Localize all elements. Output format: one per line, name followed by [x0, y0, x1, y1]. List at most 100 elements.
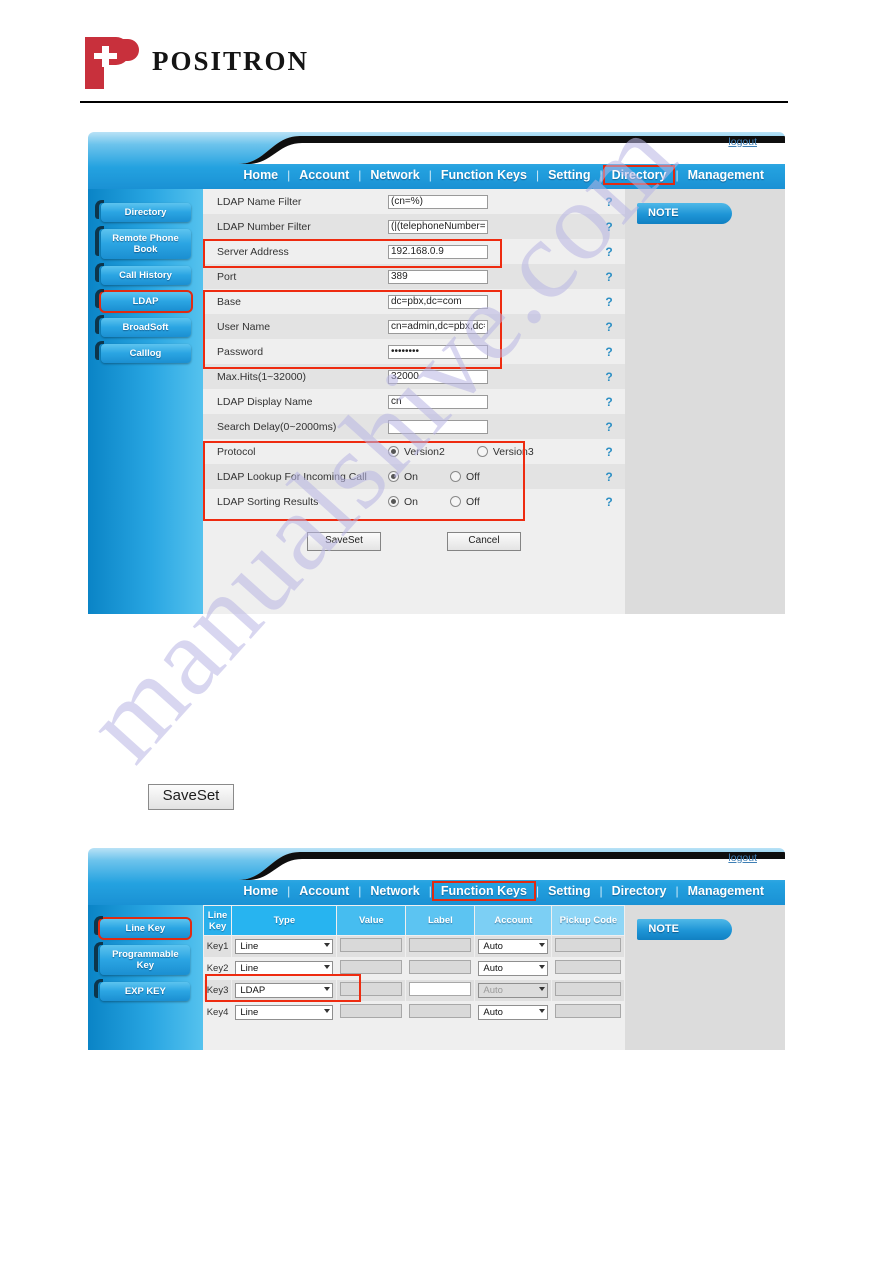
help-icon[interactable]: ? [593, 295, 625, 309]
sidebar-item-directory[interactable]: Directory [94, 200, 191, 222]
nav-item-function-keys[interactable]: Function Keys [432, 166, 536, 184]
sidebar-item-programmable-key[interactable]: Programmable Key [94, 942, 191, 975]
help-icon[interactable]: ? [593, 370, 625, 384]
help-icon[interactable]: ? [593, 345, 625, 359]
radio-on[interactable]: On [388, 471, 418, 483]
column-header-pickup-code: Pickup Code [551, 905, 626, 936]
chevron-down-icon [324, 965, 331, 969]
panel1-content: LDAP Name Filter?LDAP Number Filter?Serv… [203, 189, 625, 614]
table-row: Key4 Line Auto [202, 1001, 626, 1024]
help-icon[interactable]: ? [593, 445, 625, 459]
radio-dot-icon [450, 471, 462, 482]
cancel-button[interactable]: Cancel [447, 532, 521, 551]
nav-item-function-keys[interactable]: Function Keys [431, 881, 536, 901]
nav-item-network[interactable]: Network [361, 882, 428, 900]
help-icon[interactable]: ? [593, 495, 625, 509]
input-base[interactable] [388, 294, 488, 309]
saveset-button[interactable]: SaveSet [307, 532, 381, 551]
help-icon[interactable]: ? [593, 220, 625, 234]
nav-item-directory[interactable]: Directory [603, 882, 676, 900]
help-icon[interactable]: ? [593, 320, 625, 334]
input-server-address[interactable] [388, 244, 488, 259]
nav-item-home[interactable]: Home [234, 882, 287, 900]
value-input[interactable] [340, 960, 403, 974]
input-ldap-number-filter[interactable] [388, 219, 488, 234]
nav-item-management[interactable]: Management [679, 166, 773, 184]
label-input[interactable] [409, 1004, 472, 1018]
nav-item-account[interactable]: Account [290, 166, 358, 184]
ldap-form-buttons: SaveSet Cancel [203, 514, 625, 551]
help-icon[interactable]: ? [593, 470, 625, 484]
line-key-table-body: Key1 Line Auto Key2 Line Auto Key3 LDAP Auto Key4… [202, 935, 626, 1024]
radio-version2[interactable]: Version2 [388, 446, 445, 458]
sidebar-item-broadsoft[interactable]: BroadSoft [94, 315, 191, 337]
help-icon[interactable]: ? [593, 195, 625, 209]
sidebar-item-ldap[interactable]: LDAP [94, 289, 193, 313]
form-row: Port? [203, 264, 625, 289]
nav-item-directory[interactable]: Directory [602, 165, 676, 185]
type-select[interactable]: LDAP [235, 983, 334, 998]
help-icon[interactable]: ? [593, 420, 625, 434]
radio-version3[interactable]: Version3 [476, 446, 534, 458]
form-row: Max.Hits(1~32000)? [203, 364, 625, 389]
radio-off[interactable]: Off [450, 496, 480, 508]
input-max-hits-1-32000[interactable] [388, 369, 488, 384]
pickup-code-input[interactable] [555, 1004, 622, 1018]
sidebar-item-exp-key[interactable]: EXP KEY [94, 979, 191, 1001]
panel2-logout-link[interactable]: logout [728, 852, 757, 864]
form-row: Search Delay(0~2000ms)? [203, 414, 625, 439]
column-header-type: Type [231, 905, 338, 936]
label-input[interactable] [409, 982, 472, 996]
input-user-name[interactable] [388, 319, 488, 334]
value-input[interactable] [340, 938, 403, 952]
column-header-value: Value [336, 905, 407, 936]
pickup-code-input[interactable] [555, 938, 622, 952]
page-header: POSITRON [80, 32, 790, 104]
help-icon[interactable]: ? [593, 270, 625, 284]
nav-item-network[interactable]: Network [361, 166, 428, 184]
panel1-sidebar: Directory Remote Phone Book Call History LD… [88, 189, 203, 614]
nav-item-setting[interactable]: Setting [539, 166, 599, 184]
label-input[interactable] [409, 938, 472, 952]
sidebar-item-line-key[interactable]: Line Key [94, 916, 193, 940]
nav-item-home[interactable]: Home [234, 166, 287, 184]
type-select[interactable]: Line [235, 939, 334, 954]
input-search-delay-0-2000ms[interactable] [388, 419, 488, 434]
sidebar-item-remote-phone-book[interactable]: Remote Phone Book [94, 226, 191, 259]
account-select[interactable]: Auto [478, 961, 549, 976]
radio-on[interactable]: On [388, 496, 418, 508]
input-password[interactable] [388, 344, 488, 359]
field-label: Port [217, 270, 237, 283]
input-ldap-name-filter[interactable] [388, 194, 488, 209]
panel2-note-column: NOTE [625, 905, 785, 1050]
input-port[interactable] [388, 269, 488, 284]
sidebar-item-calllog[interactable]: Calllog [94, 341, 191, 363]
value-input[interactable] [340, 1004, 403, 1018]
field-label: LDAP Display Name [217, 395, 313, 408]
pickup-code-input[interactable] [555, 982, 622, 996]
input-ldap-display-name[interactable] [388, 394, 488, 409]
nav-item-setting[interactable]: Setting [539, 882, 599, 900]
radio-off[interactable]: Off [450, 471, 480, 483]
account-select[interactable]: Auto [478, 939, 549, 954]
value-input[interactable] [340, 982, 403, 996]
field-label: Protocol [217, 445, 256, 458]
label-input[interactable] [409, 960, 472, 974]
standalone-saveset-button[interactable]: SaveSet [148, 784, 234, 810]
account-select[interactable]: Auto [478, 983, 549, 998]
panel2-nav-links: Home | Account | Network | Function Keys | Setti… [88, 878, 785, 904]
form-row: LDAP Number Filter? [203, 214, 625, 239]
field-label: LDAP Sorting Results [217, 495, 319, 508]
form-row: LDAP Name Filter? [203, 189, 625, 214]
pickup-code-input[interactable] [555, 960, 622, 974]
nav-item-management[interactable]: Management [679, 882, 773, 900]
nav-item-account[interactable]: Account [290, 882, 358, 900]
help-icon[interactable]: ? [593, 395, 625, 409]
panel1-logout-link[interactable]: logout [728, 136, 757, 148]
type-select[interactable]: Line [235, 961, 334, 976]
field-label: Search Delay(0~2000ms) [217, 420, 337, 433]
account-select[interactable]: Auto [478, 1005, 549, 1020]
type-select[interactable]: Line [235, 1005, 334, 1020]
help-icon[interactable]: ? [593, 245, 625, 259]
sidebar-item-call-history[interactable]: Call History [94, 263, 191, 285]
